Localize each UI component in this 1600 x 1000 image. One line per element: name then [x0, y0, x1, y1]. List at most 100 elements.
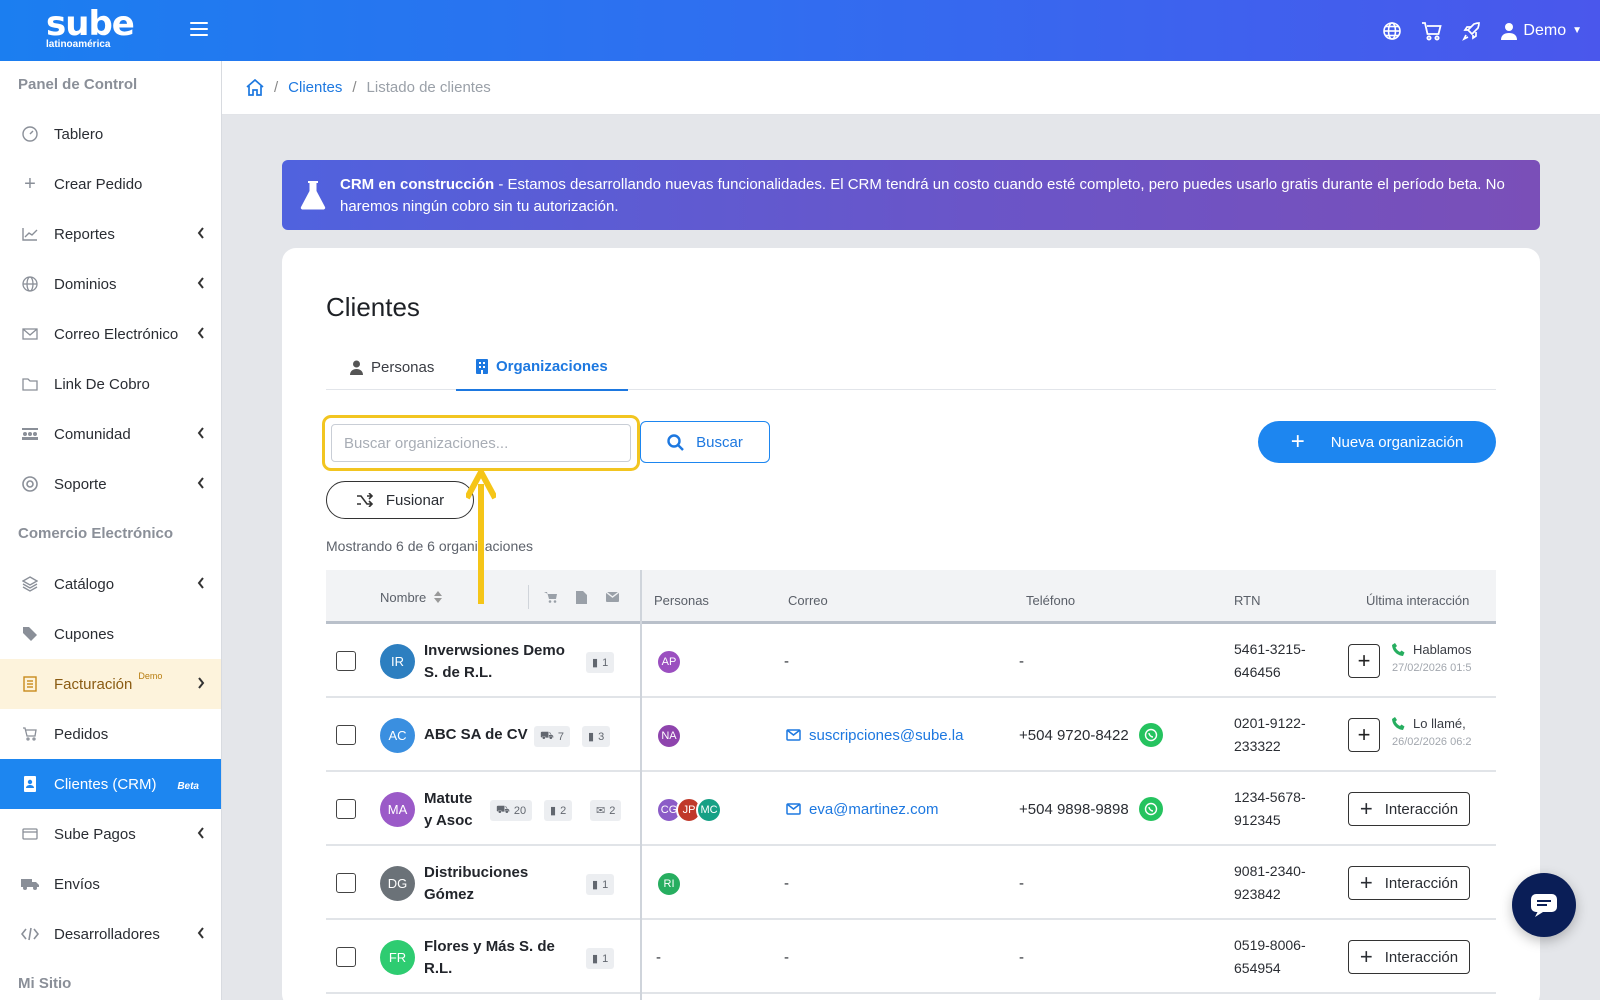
cart-icon[interactable] — [1421, 20, 1443, 42]
rocket-icon[interactable] — [1461, 20, 1483, 42]
person-avatar[interactable]: NA — [656, 723, 682, 749]
row-checkbox[interactable] — [336, 651, 356, 671]
rtn-part: 923842 — [1234, 886, 1281, 902]
add-interaction-button[interactable]: + Interacción — [1348, 866, 1470, 900]
search-icon — [667, 433, 685, 451]
address-book-icon — [20, 774, 40, 794]
search-input[interactable] — [331, 424, 631, 462]
caret-down-icon: ▼ — [1572, 25, 1582, 36]
column-header-persons: Personas — [654, 592, 709, 608]
phone-cell: - — [1019, 874, 1024, 892]
annotation-arrow — [466, 470, 496, 604]
add-interaction-button[interactable]: + Interacción — [1348, 940, 1470, 974]
demo-badge: Demo — [138, 671, 163, 681]
person-avatar[interactable]: RI — [656, 871, 682, 897]
sidebar-item-soporte[interactable]: Soporte — [0, 459, 221, 509]
chip-count: 1 — [602, 952, 609, 965]
organization-name[interactable]: Distribuciones Gómez — [424, 862, 554, 906]
row-checkbox[interactable] — [336, 947, 356, 967]
menu-toggle-icon[interactable] — [190, 22, 208, 38]
sidebar-item-link-de-cobro[interactable]: Link De Cobro — [0, 359, 221, 409]
organization-name[interactable]: Matute y Asoc — [424, 788, 484, 832]
merge-button-label: Fusionar — [385, 491, 445, 509]
whatsapp-icon[interactable] — [1138, 723, 1163, 747]
tab-personas[interactable]: Personas — [350, 344, 434, 390]
chevron-left-icon — [197, 577, 204, 589]
person-avatar[interactable]: AP — [656, 649, 682, 675]
cart-icon: ⛟ — [540, 729, 554, 742]
globe-icon[interactable] — [1381, 20, 1403, 42]
sidebar-item-facturacion[interactable]: Facturación Demo — [0, 659, 221, 709]
invoice-icon — [20, 674, 40, 694]
sidebar-item-label: Tablero — [54, 125, 104, 143]
breadcrumb-current: Listado de clientes — [366, 79, 491, 96]
tab-organizaciones[interactable]: Organizaciones — [456, 344, 628, 391]
column-header-phone: Teléfono — [1026, 592, 1076, 608]
document-icon: ▮ — [592, 953, 599, 965]
email-link[interactable]: suscripciones@sube.la — [786, 698, 963, 772]
sidebar-item-tablero[interactable]: Tablero — [0, 109, 221, 159]
avatar: MA — [380, 792, 415, 827]
column-header-name[interactable]: Nombre — [380, 570, 443, 624]
invoices-count-chip: ▮ 3 — [582, 726, 611, 747]
chevron-left-icon — [197, 927, 204, 939]
organization-name[interactable]: Flores y Más S. de R.L. — [424, 936, 580, 980]
email-link[interactable]: eva@martinez.com — [786, 772, 938, 846]
rtn-part: 9081-2340- — [1234, 863, 1306, 879]
rtn-part: 654954 — [1234, 960, 1281, 976]
sidebar-item-crear-pedido[interactable]: + Crear Pedido — [0, 159, 221, 209]
sidebar-item-catalogo[interactable]: Catálogo — [0, 559, 221, 609]
interaction-label: Interacción — [1384, 800, 1459, 818]
row-checkbox[interactable] — [336, 799, 356, 819]
sidebar-item-sube-pagos[interactable]: Sube Pagos — [0, 809, 221, 859]
plus-icon: + — [1357, 648, 1371, 673]
whatsapp-icon[interactable] — [1138, 797, 1163, 821]
sidebar-item-clientes-crm[interactable]: Clientes (CRM) Beta — [0, 759, 221, 809]
last-interaction-text: Hablamos — [1413, 642, 1472, 657]
breadcrumb-link-clientes[interactable]: Clientes — [288, 79, 342, 96]
sidebar-item-dominios[interactable]: Dominios — [0, 259, 221, 309]
rtn-cell: 1234-5678- 912345 — [1234, 786, 1306, 832]
cart-icon — [20, 724, 40, 744]
chat-button[interactable] — [1512, 873, 1576, 937]
merge-button[interactable]: Fusionar — [326, 481, 474, 519]
avatar: AC — [380, 718, 415, 753]
orders-count-chip: ⛟ 7 — [534, 726, 570, 747]
organization-name[interactable]: Inverwsiones Demo S. de R.L. — [424, 640, 580, 684]
add-interaction-button[interactable]: + — [1348, 718, 1380, 752]
row-checkbox[interactable] — [336, 725, 356, 745]
rtn-part: 0201-9122- — [1234, 715, 1306, 731]
tabs: Personas Organizaciones — [326, 344, 1496, 391]
search-button[interactable]: Buscar — [640, 421, 770, 463]
sidebar-item-label: Facturación — [54, 675, 133, 693]
sidebar-item-correo[interactable]: Correo Electrónico — [0, 309, 221, 359]
cart-icon — [544, 570, 558, 624]
folder-icon — [20, 374, 40, 394]
home-icon[interactable] — [246, 79, 264, 96]
sidebar-item-envios[interactable]: Envíos — [0, 859, 221, 909]
brand-logo[interactable]: sube latinoamérica — [46, 6, 136, 56]
email-text: suscripciones@sube.la — [809, 726, 964, 744]
sidebar-item-pedidos[interactable]: Pedidos — [0, 709, 221, 759]
sidebar-item-cupones[interactable]: Cupones — [0, 609, 221, 659]
invoices-count-chip: ▮ 2 — [544, 800, 573, 821]
sidebar-item-label: Link De Cobro — [54, 375, 150, 393]
tab-label: Personas — [371, 358, 435, 376]
sidebar-item-reportes[interactable]: Reportes — [0, 209, 221, 259]
email-cell: - — [784, 874, 789, 892]
lifebuoy-icon — [20, 474, 40, 494]
person-avatar[interactable]: MC — [696, 797, 722, 823]
add-interaction-button[interactable]: + — [1348, 644, 1380, 678]
new-organization-button[interactable]: + Nueva organización — [1258, 421, 1496, 463]
table-row: AC ABC SA de CV ⛟ 7 ▮ 3 NA suscripciones@s… — [326, 698, 1496, 772]
sidebar-item-desarrolladores[interactable]: Desarrolladores — [0, 909, 221, 959]
user-icon — [350, 360, 363, 375]
user-menu[interactable]: Demo ▼ — [1501, 22, 1582, 40]
chevron-right-icon — [198, 677, 205, 689]
sidebar-item-comunidad[interactable]: Comunidad — [0, 409, 221, 459]
email-text: eva@martinez.com — [809, 800, 939, 818]
chip-count: 7 — [557, 730, 564, 743]
add-interaction-button[interactable]: + Interacción — [1348, 792, 1470, 826]
row-checkbox[interactable] — [336, 873, 356, 893]
chevron-left-icon — [197, 277, 204, 289]
